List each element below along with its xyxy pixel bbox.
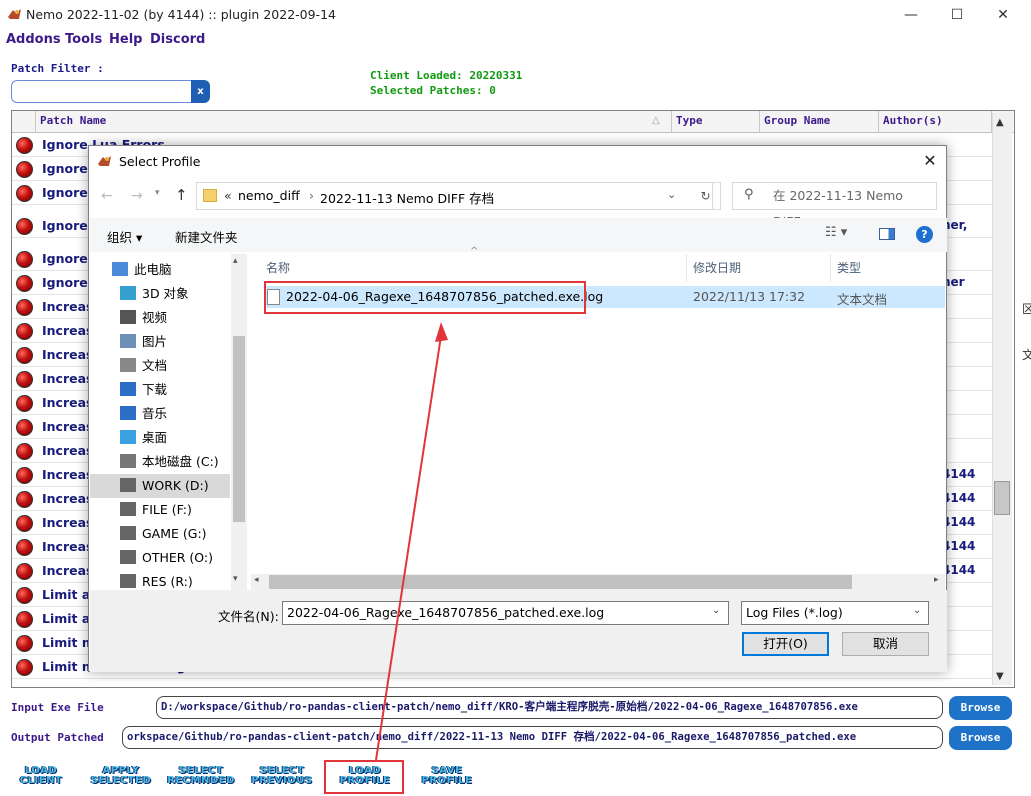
annotation-arrow — [375, 322, 448, 761]
